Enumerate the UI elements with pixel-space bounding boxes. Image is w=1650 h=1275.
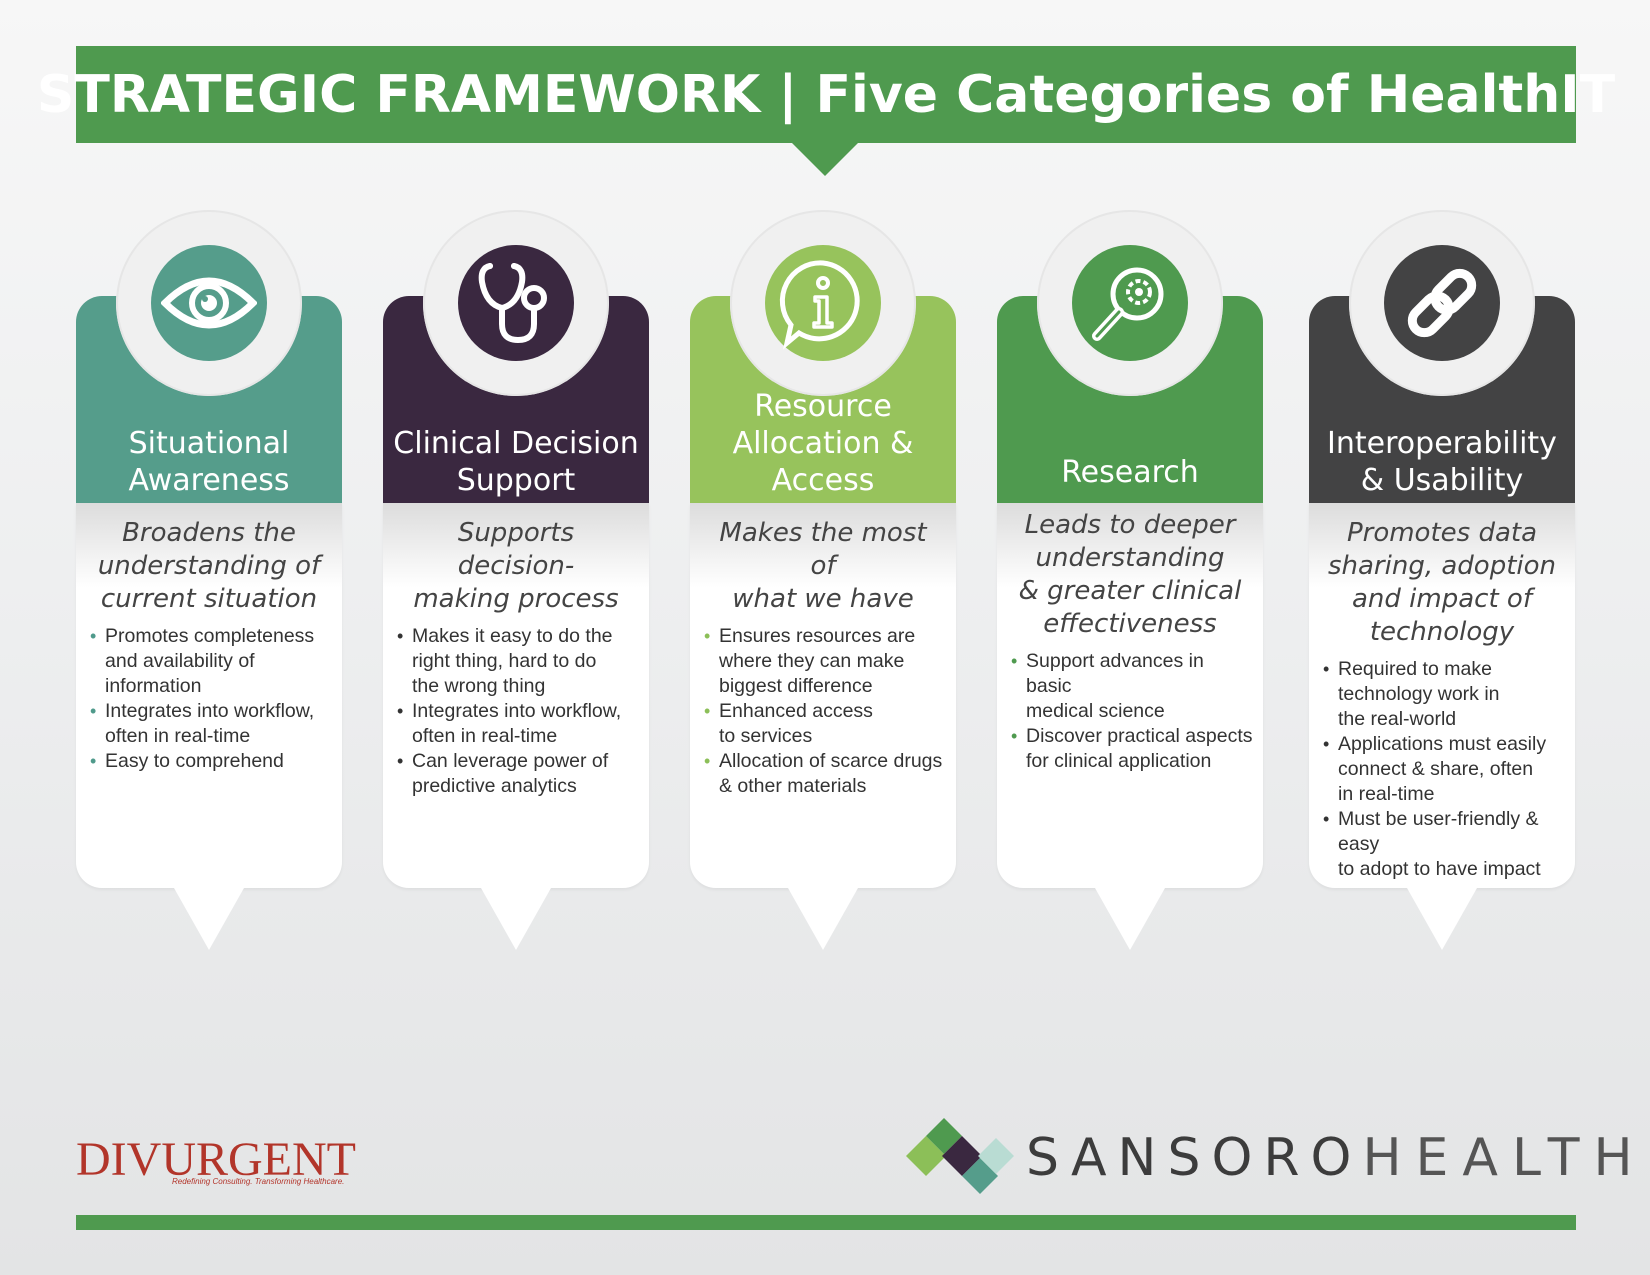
category-card-situational-awareness: Situational Awareness Broadens the under… xyxy=(76,210,342,950)
card-title: Resource Allocation & Access xyxy=(732,389,914,498)
card-body: Leads to deeper understanding & greater … xyxy=(997,503,1263,950)
category-card-interoperability: Interoperability & Usability Promotes da… xyxy=(1309,210,1575,950)
card-header: Clinical Decision Support xyxy=(383,210,649,503)
card-header: Situational Awareness xyxy=(76,210,342,503)
list-item: Enhanced access to services xyxy=(704,699,946,749)
list-item: Allocation of scarce drugs & other mater… xyxy=(704,749,946,799)
icon-ring xyxy=(1037,210,1223,396)
eye-icon xyxy=(151,245,267,361)
chain-link-icon xyxy=(1384,245,1500,361)
stethoscope-icon xyxy=(458,245,574,361)
category-card-clinical-decision-support: Clinical Decision Support Supports decis… xyxy=(383,210,649,950)
card-pointer xyxy=(481,888,551,950)
category-card-research: Research Leads to deeper understanding &… xyxy=(997,210,1263,950)
bullet-list: Makes it easy to do the right thing, har… xyxy=(383,624,649,799)
icon-ring xyxy=(423,210,609,396)
list-item: Can leverage power of predictive analyti… xyxy=(397,749,639,799)
card-header: Research xyxy=(997,210,1263,503)
sansoro-health-logo: SANSOROHEALTH xyxy=(1026,1128,1647,1188)
icon-ring xyxy=(116,210,302,396)
card-title: Clinical Decision Support xyxy=(393,426,639,498)
list-item: Makes it easy to do the right thing, har… xyxy=(397,624,639,699)
card-title: Situational Awareness xyxy=(128,426,290,498)
card-header: Interoperability & Usability xyxy=(1309,210,1575,503)
divurgent-tagline: Redefining Consulting. Transforming Heal… xyxy=(172,1177,345,1186)
list-item: Support advances in basic medical scienc… xyxy=(1011,649,1253,724)
bullet-list: Required to make technology work in the … xyxy=(1309,657,1575,882)
list-item: Easy to comprehend xyxy=(90,749,332,774)
card-tagline: Makes the most of what we have xyxy=(719,518,927,614)
list-item: Promotes completeness and availability o… xyxy=(90,624,332,699)
card-tagline: Promotes data sharing, adoption and impa… xyxy=(1327,518,1557,647)
list-item: Must be user-friendly & easy to adopt to… xyxy=(1323,807,1565,882)
list-item: Integrates into workflow, often in real-… xyxy=(90,699,332,749)
card-body: Promotes data sharing, adoption and impa… xyxy=(1309,503,1575,950)
card-pointer xyxy=(1095,888,1165,950)
card-tagline: Supports decision- making process xyxy=(413,518,619,614)
card-title: Interoperability & Usability xyxy=(1327,426,1557,498)
card-header: Resource Allocation & Access xyxy=(690,210,956,503)
list-item: Applications must easily connect & share… xyxy=(1323,732,1565,807)
icon-ring xyxy=(1349,210,1535,396)
card-tagline: Leads to deeper understanding & greater … xyxy=(1018,510,1242,639)
bullet-list: Ensures resources are where they can mak… xyxy=(690,624,956,799)
card-pointer xyxy=(174,888,244,950)
card-body: Broadens the understanding of current si… xyxy=(76,503,342,950)
sansoro-logo-mark xyxy=(906,1118,1014,1194)
bullet-list: Promotes completeness and availability o… xyxy=(76,624,342,774)
card-title: Research xyxy=(1061,455,1199,490)
category-card-resource-allocation: Resource Allocation & Access Makes the m… xyxy=(690,210,956,950)
icon-ring xyxy=(730,210,916,396)
bottom-divider xyxy=(76,1215,1576,1230)
card-tagline: Broadens the understanding of current si… xyxy=(97,518,321,614)
card-pointer xyxy=(788,888,858,950)
card-body: Supports decision- making process Makes … xyxy=(383,503,649,950)
list-item: Discover practical aspects for clinical … xyxy=(1011,724,1253,774)
bullet-list: Support advances in basic medical scienc… xyxy=(997,649,1263,774)
list-item: Integrates into workflow, often in real-… xyxy=(397,699,639,749)
list-item: Ensures resources are where they can mak… xyxy=(704,624,946,699)
card-body: Makes the most of what we have Ensures r… xyxy=(690,503,956,950)
info-bubble-icon xyxy=(765,245,881,361)
card-pointer xyxy=(1407,888,1477,950)
banner-pointer xyxy=(791,142,859,176)
magnifier-gear-icon xyxy=(1072,245,1188,361)
list-item: Required to make technology work in the … xyxy=(1323,657,1565,732)
page-title: STRATEGIC FRAMEWORK | Five Categories of… xyxy=(37,46,1615,143)
